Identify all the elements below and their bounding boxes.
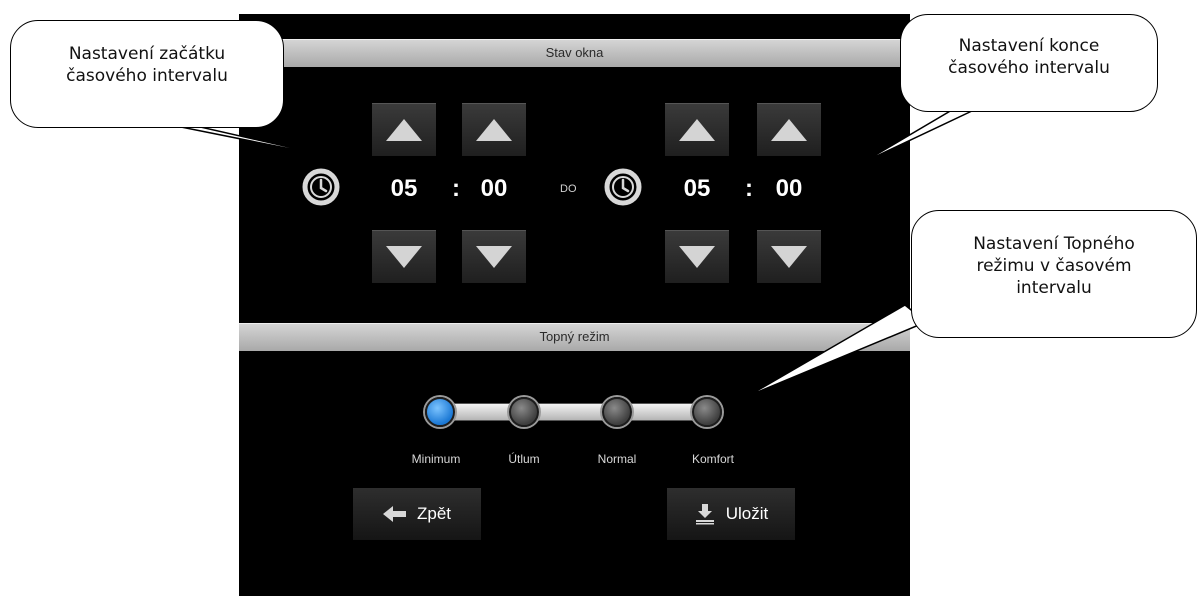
start-callout-line1: Nastavení začátku — [68, 44, 226, 64]
mode-callout-line2: režimu v časovém — [976, 256, 1132, 276]
start-interval-callout: Nastavení začátku časového intervalu — [10, 20, 284, 128]
end-callout-line2: časového intervalu — [948, 58, 1110, 78]
start-callout-line2: časového intervalu — [66, 66, 228, 86]
end-interval-callout: Nastavení konce časového intervalu — [900, 14, 1158, 112]
heating-mode-callout: Nastavení Topného režimu v časovém inter… — [911, 210, 1197, 338]
mode-callout-line1: Nastavení Topného — [973, 234, 1135, 254]
end-callout-line1: Nastavení konce — [958, 36, 1100, 56]
mode-callout-line3: intervalu — [1016, 278, 1092, 298]
